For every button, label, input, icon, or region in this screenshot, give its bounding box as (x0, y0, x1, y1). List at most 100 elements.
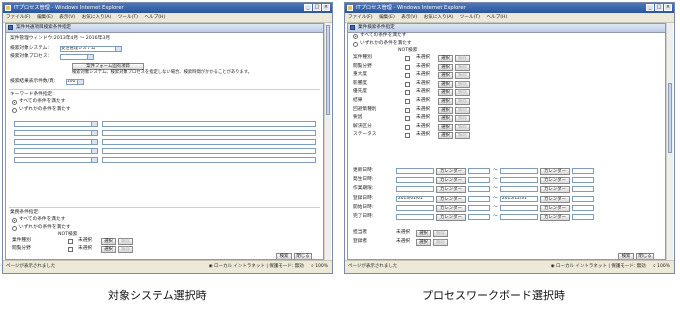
keyword-input[interactable] (102, 139, 316, 145)
all-conditions-radio[interactable] (12, 218, 17, 223)
menu-tools[interactable]: ツール(T) (460, 15, 480, 20)
date-from-input[interactable]: 2013/01/01 (396, 195, 434, 202)
select-button[interactable]: 選択 (438, 123, 453, 131)
date-to-input[interactable] (500, 186, 538, 193)
zoom-level[interactable]: 100% (315, 264, 328, 269)
all-conditions-radio[interactable] (353, 34, 358, 39)
time-to-input[interactable] (572, 214, 594, 220)
calendar-button[interactable]: カレンダー (540, 186, 570, 194)
any-condition-radio[interactable] (353, 42, 358, 47)
select-button[interactable]: 選択 (416, 238, 431, 246)
menu-view[interactable]: 表示(V) (59, 15, 75, 20)
date-to-input[interactable] (500, 214, 538, 220)
clear-button[interactable]: 解除 (433, 238, 448, 246)
time-from-input[interactable] (468, 214, 490, 220)
select-button[interactable]: 選択 (438, 89, 453, 97)
menu-help[interactable]: ヘルプ(H) (486, 15, 507, 20)
calendar-button[interactable]: カレンダー (540, 195, 570, 203)
calendar-button[interactable]: カレンダー (436, 214, 466, 221)
keyword-input[interactable] (102, 130, 316, 136)
select-button[interactable]: 選択 (416, 230, 431, 237)
calendar-button[interactable]: カレンダー (436, 177, 466, 185)
time-to-input[interactable] (572, 186, 594, 193)
process-select[interactable] (60, 54, 94, 60)
time-to-input[interactable] (572, 204, 594, 211)
clear-button[interactable]: 解除 (455, 98, 470, 105)
calendar-button[interactable]: カレンダー (540, 177, 570, 185)
date-from-input[interactable] (396, 168, 434, 174)
menu-help[interactable]: ヘルプ(H) (144, 15, 165, 20)
close-button[interactable]: 閉じる (636, 253, 654, 259)
not-checkbox[interactable] (405, 116, 410, 122)
menu-favorites[interactable]: お気に入り(A) (424, 15, 454, 20)
clear-button[interactable]: 解除 (455, 115, 470, 123)
clear-button[interactable]: 解除 (455, 63, 470, 71)
not-checkbox[interactable] (405, 133, 410, 139)
clear-button[interactable]: 解除 (455, 106, 470, 114)
minimize-button[interactable]: _ (646, 4, 654, 11)
any-condition-radio[interactable] (12, 108, 17, 113)
zoom-icon[interactable]: ⌕ (311, 264, 314, 269)
not-checkbox[interactable] (405, 124, 410, 130)
select-button[interactable]: 選択 (438, 72, 453, 80)
keyword-field-select[interactable] (14, 139, 98, 145)
time-from-input[interactable] (468, 168, 490, 174)
calendar-button[interactable]: カレンダー (436, 168, 466, 175)
not-checkbox[interactable] (405, 81, 410, 87)
clear-button[interactable]: 解除 (455, 55, 470, 62)
time-to-input[interactable] (572, 168, 594, 174)
menu-file[interactable]: ファイル(F) (6, 15, 31, 20)
keyword-input[interactable] (102, 157, 316, 163)
time-from-input[interactable] (468, 177, 490, 184)
clear-button[interactable]: 解除 (455, 80, 470, 88)
time-from-input[interactable] (468, 195, 490, 202)
search-button[interactable]: 検索 (276, 253, 292, 259)
date-to-input[interactable] (500, 204, 538, 211)
select-button[interactable]: 選択 (438, 106, 453, 114)
keyword-field-select[interactable] (14, 157, 98, 163)
menu-favorites[interactable]: お気に入り(A) (82, 15, 112, 20)
calendar-button[interactable]: カレンダー (436, 186, 466, 194)
close-window-button[interactable]: × (664, 4, 672, 11)
time-from-input[interactable] (468, 186, 490, 193)
search-button[interactable]: 検索 (618, 253, 634, 259)
keyword-input[interactable] (102, 121, 316, 127)
unique-fields-button[interactable]: 案件フォーム固有項目 (72, 63, 144, 70)
date-from-input[interactable] (396, 214, 434, 220)
date-from-input[interactable] (396, 186, 434, 193)
not-checkbox[interactable] (68, 239, 73, 244)
date-to-input[interactable]: 2015/12/31 (500, 195, 538, 202)
close-button[interactable]: 閉じる (294, 253, 312, 259)
select-button[interactable]: 選択 (438, 63, 453, 71)
zoom-icon[interactable]: ⌕ (653, 264, 656, 269)
not-checkbox[interactable] (405, 56, 410, 61)
vertical-scrollbar[interactable] (666, 23, 673, 260)
clear-button[interactable]: 解除 (455, 89, 470, 97)
date-to-input[interactable] (500, 168, 538, 174)
system-select[interactable]: 受注管理システム (60, 46, 122, 52)
menu-file[interactable]: ファイル(F) (348, 15, 373, 20)
not-checkbox[interactable] (405, 90, 410, 96)
vertical-scrollbar[interactable] (324, 23, 331, 260)
not-checkbox[interactable] (405, 107, 410, 113)
clear-button[interactable]: 解除 (118, 246, 133, 253)
time-from-input[interactable] (468, 204, 490, 211)
minimize-button[interactable]: _ (304, 4, 312, 11)
menu-edit[interactable]: 編集(E) (37, 15, 53, 20)
zoom-level[interactable]: 100% (657, 264, 670, 269)
time-to-input[interactable] (572, 177, 594, 184)
not-checkbox[interactable] (405, 64, 410, 70)
maximize-button[interactable]: □ (313, 4, 321, 11)
calendar-button[interactable]: カレンダー (436, 195, 466, 203)
count-select[interactable]: 100 (66, 79, 84, 85)
clear-button[interactable]: 解除 (455, 123, 470, 131)
select-button[interactable]: 選択 (438, 55, 453, 62)
menu-tools[interactable]: ツール(T) (118, 15, 138, 20)
clear-button[interactable]: 解除 (433, 230, 448, 237)
select-button[interactable]: 選択 (438, 98, 453, 105)
calendar-button[interactable]: カレンダー (436, 204, 466, 212)
date-from-input[interactable] (396, 204, 434, 211)
not-checkbox[interactable] (68, 247, 73, 252)
keyword-input[interactable] (102, 148, 316, 154)
scrollbar-thumb[interactable] (326, 25, 330, 115)
